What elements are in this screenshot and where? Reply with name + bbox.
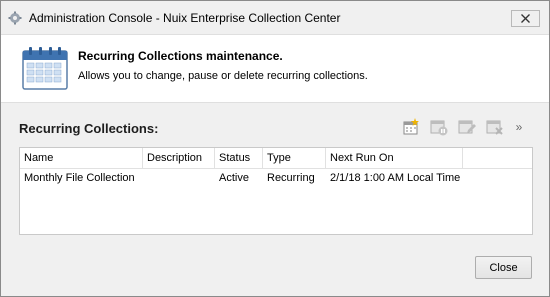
header-title: Recurring Collections maintenance. (78, 49, 283, 63)
collections-toolbar: » (401, 116, 525, 138)
calendar-icon (22, 47, 68, 90)
window-title: Administration Console - Nuix Enterprise… (29, 11, 341, 25)
section-title: Recurring Collections: (19, 121, 159, 136)
calendar-delete-icon (486, 120, 503, 135)
table-header: Name Description Status Type Next Run On (20, 148, 532, 169)
window-close-button[interactable] (511, 10, 540, 27)
admin-console-window: Administration Console - Nuix Enterprise… (0, 0, 550, 297)
cell-status: Active (219, 172, 249, 184)
toolbar-overflow-button[interactable]: » (513, 117, 525, 137)
cell-type: Recurring (267, 172, 315, 184)
table-row[interactable]: Monthly File Collection Active Recurring… (20, 169, 532, 188)
title-bar[interactable]: Administration Console - Nuix Enterprise… (1, 1, 549, 34)
cell-next-run-on: 2/1/18 1:00 AM Local Time (330, 172, 461, 184)
column-header-status[interactable]: Status (215, 148, 263, 169)
recurring-collections-table: Name Description Status Type Next Run On… (19, 147, 533, 235)
table-body: Monthly File Collection Active Recurring… (20, 169, 532, 188)
calendar-new-icon (403, 118, 419, 135)
delete-collection-button[interactable] (485, 117, 505, 137)
column-header-type[interactable]: Type (263, 148, 326, 169)
header-description: Allows you to change, pause or delete re… (78, 70, 368, 82)
column-header-next-run-on[interactable]: Next Run On (326, 148, 463, 169)
header-panel: Recurring Collections maintenance. Allow… (1, 34, 549, 103)
calendar-pause-icon (430, 120, 448, 136)
admin-console-icon (8, 11, 22, 25)
calendar-edit-icon (458, 120, 476, 134)
cell-description (143, 169, 215, 188)
cell-name: Monthly File Collection (24, 172, 135, 184)
new-collection-button[interactable] (401, 117, 421, 137)
edit-collection-button[interactable] (457, 117, 477, 137)
column-header-name[interactable]: Name (20, 148, 143, 169)
close-button[interactable]: Close (475, 256, 532, 279)
pause-collection-button[interactable] (429, 117, 449, 137)
close-icon (521, 14, 530, 23)
column-header-description[interactable]: Description (143, 148, 215, 169)
